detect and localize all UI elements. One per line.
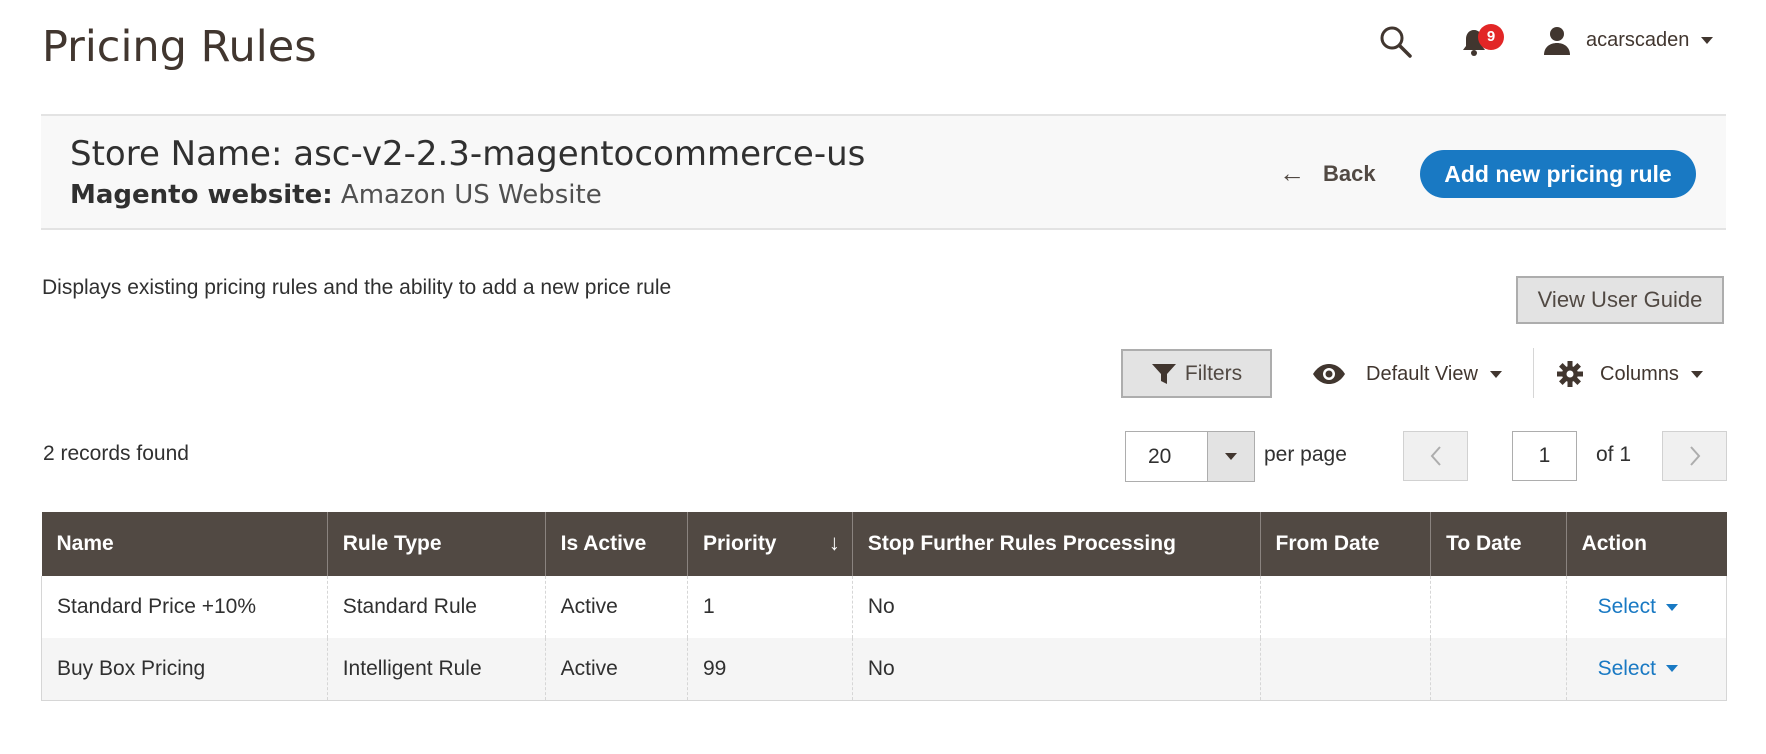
store-website-label: Magento website: — [70, 180, 333, 210]
column-header-priority[interactable]: Priority ↓ — [686, 512, 853, 576]
column-header-stop-processing[interactable]: Stop Further Rules Processing — [851, 512, 1261, 576]
notification-badge: 9 — [1478, 24, 1504, 50]
store-website-value: Amazon US Website — [340, 180, 602, 210]
chevron-right-icon — [1689, 446, 1700, 466]
gear-icon — [1557, 361, 1583, 387]
cell-is-active: Active — [544, 576, 688, 638]
cell-is-active: Active — [544, 638, 688, 701]
cell-stop-processing: No — [851, 576, 1261, 638]
back-button[interactable]: ← Back — [1279, 158, 1376, 189]
cell-to-date — [1430, 638, 1567, 701]
action-select-label: Select — [1597, 595, 1656, 618]
username: acarscaden — [1586, 28, 1690, 51]
column-header-from-date[interactable]: From Date — [1259, 512, 1431, 576]
view-label: Default View — [1366, 362, 1478, 385]
toolbar-divider — [1533, 348, 1534, 398]
previous-page-button[interactable] — [1403, 431, 1468, 481]
next-page-button[interactable] — [1662, 431, 1727, 481]
cell-name: Standard Price +10% — [41, 576, 328, 638]
filters-button[interactable]: Filters — [1121, 349, 1272, 398]
action-select-label: Select — [1597, 656, 1656, 680]
action-select-dropdown[interactable]: Select — [1598, 657, 1678, 681]
user-menu[interactable]: acarscaden — [1542, 22, 1714, 58]
chevron-down-icon — [1690, 370, 1703, 378]
total-pages: of 1 — [1596, 443, 1632, 466]
cell-rule-type: Intelligent Rule — [326, 638, 546, 701]
store-info-panel: Store Name: asc-v2-2.3-magentocommerce-u… — [41, 114, 1726, 230]
columns-label: Columns — [1600, 362, 1679, 385]
columns-button[interactable]: Columns — [1556, 356, 1703, 392]
column-header-name[interactable]: Name — [41, 512, 328, 576]
page-description: Displays existing pricing rules and the … — [42, 276, 672, 299]
per-page-toggle[interactable] — [1207, 431, 1255, 482]
back-label: Back — [1323, 160, 1376, 186]
cell-stop-processing: No — [851, 638, 1261, 701]
view-user-guide-button[interactable]: View User Guide — [1516, 276, 1724, 324]
eye-icon — [1313, 364, 1345, 384]
column-header-action: Action — [1565, 512, 1727, 576]
grid-header-row: Name Rule Type Is Active Priority ↓ Stop … — [41, 512, 1727, 576]
pricing-rules-grid: Name Rule Type Is Active Priority ↓ Stop … — [41, 512, 1728, 701]
cell-to-date — [1430, 576, 1567, 638]
chevron-down-icon — [1665, 665, 1678, 673]
cell-priority: 99 — [686, 638, 853, 701]
store-name: Store Name: asc-v2-2.3-magentocommerce-u… — [70, 134, 866, 174]
chevron-down-icon — [1489, 370, 1502, 378]
column-header-is-active[interactable]: Is Active — [544, 512, 688, 576]
cell-name: Buy Box Pricing — [41, 638, 328, 701]
cell-action: Select — [1565, 576, 1728, 638]
filters-label: Filters — [1184, 361, 1243, 385]
page-title: Pricing Rules — [42, 22, 317, 72]
store-website: Magento website: Amazon US Website — [70, 180, 602, 210]
cell-action: Select — [1565, 638, 1728, 701]
add-pricing-rule-button[interactable]: Add new pricing rule — [1420, 150, 1696, 198]
per-page-label: per page — [1264, 443, 1347, 466]
chevron-down-icon — [1701, 36, 1714, 44]
chevron-down-icon — [1225, 453, 1237, 460]
column-header-rule-type[interactable]: Rule Type — [326, 512, 546, 576]
per-page-input[interactable] — [1125, 431, 1207, 482]
cell-from-date — [1259, 576, 1431, 638]
user-icon — [1544, 27, 1570, 55]
records-count: 2 records found — [43, 442, 189, 465]
search-icon[interactable] — [1378, 24, 1414, 60]
table-row: Buy Box Pricing Intelligent Rule Active … — [41, 638, 1728, 701]
action-select-dropdown[interactable]: Select — [1598, 595, 1678, 619]
chevron-down-icon — [1665, 603, 1678, 611]
cell-priority: 1 — [686, 576, 853, 638]
view-switcher[interactable]: Default View — [1312, 356, 1502, 392]
arrow-left-icon: ← — [1279, 158, 1305, 188]
sort-down-icon: ↓ — [828, 530, 840, 555]
column-header-to-date[interactable]: To Date — [1430, 512, 1567, 576]
column-header-priority-label: Priority — [702, 532, 777, 555]
cell-from-date — [1259, 638, 1431, 701]
filter-icon — [1151, 363, 1176, 384]
table-row: Standard Price +10% Standard Rule Active… — [41, 576, 1728, 638]
current-page-input[interactable] — [1512, 431, 1577, 481]
cell-rule-type: Standard Rule — [326, 576, 546, 638]
chevron-left-icon — [1430, 446, 1441, 466]
